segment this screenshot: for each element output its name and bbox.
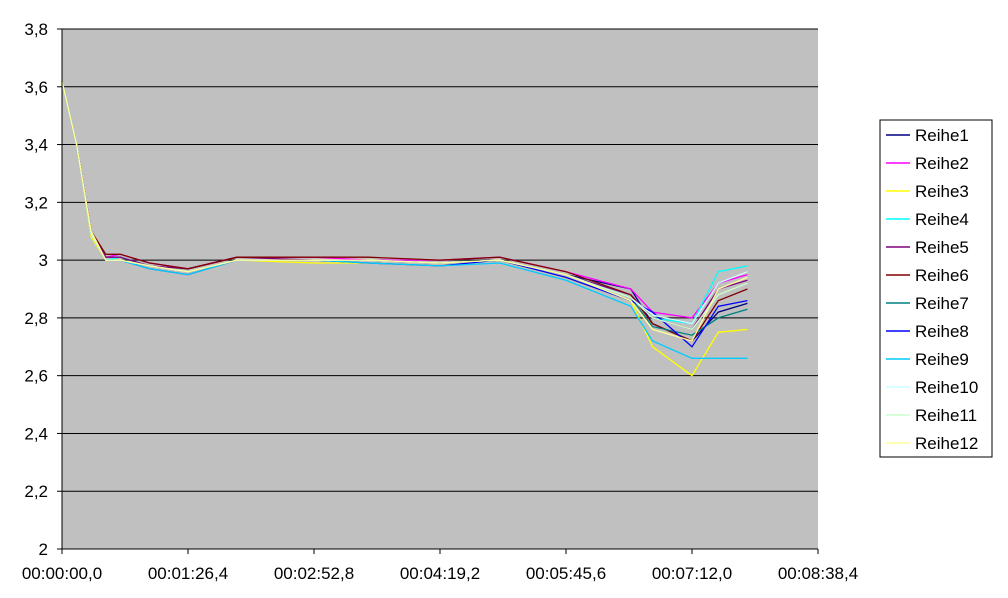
- x-tick-label: 00:08:38,4: [778, 564, 858, 583]
- y-tick-label: 2,6: [24, 367, 48, 386]
- y-tick-label: 2,8: [24, 309, 48, 328]
- x-axis-ticks: 00:00:00,0 00:01:26,4 00:02:52,8 00:04:19,2…: [22, 549, 858, 583]
- legend-label: Reihe1: [915, 126, 969, 145]
- y-tick-label: 3,2: [24, 193, 48, 212]
- x-tick-label: 00:04:19,2: [400, 564, 480, 583]
- line-chart: 22,22,42,62,833,23,43,63,8 00:00:00,0 00:…: [22, 20, 993, 583]
- legend-label: Reihe11: [915, 406, 977, 425]
- legend-label: Reihe8: [915, 322, 969, 341]
- y-tick-label: 3,4: [24, 136, 48, 155]
- legend-label: Reihe7: [915, 294, 969, 313]
- legend-label: Reihe2: [915, 154, 969, 173]
- legend-label: Reihe12: [915, 434, 978, 453]
- y-tick-label: 2,4: [24, 424, 48, 443]
- x-tick-label: 00:00:00,0: [22, 564, 102, 583]
- y-tick-label: 2,2: [24, 482, 48, 501]
- legend-label: Reihe3: [915, 182, 969, 201]
- plot-area: [62, 29, 818, 549]
- y-tick-label: 2: [39, 540, 48, 559]
- legend-label: Reihe4: [915, 210, 969, 229]
- legend-label: Reihe6: [915, 266, 969, 285]
- y-tick-label: 3,8: [24, 20, 48, 39]
- legend: Reihe1 Reihe2 Reihe3 Reihe4 Reihe5 Reihe6 Reih…: [879, 119, 993, 458]
- x-tick-label: 00:02:52,8: [274, 564, 354, 583]
- x-tick-label: 00:05:45,6: [526, 564, 606, 583]
- legend-label: Reihe5: [915, 238, 969, 257]
- y-tick-label: 3: [39, 251, 48, 270]
- legend-label: Reihe10: [915, 378, 978, 397]
- y-axis-ticks: 2 2,2 2,4 2,6 2,8 3 3,2 3,4 3,6 3,8: [24, 20, 62, 559]
- x-tick-label: 00:07:12,0: [652, 564, 732, 583]
- legend-label: Reihe9: [915, 350, 969, 369]
- y-tick-label: 3,6: [24, 78, 48, 97]
- x-tick-label: 00:01:26,4: [148, 564, 228, 583]
